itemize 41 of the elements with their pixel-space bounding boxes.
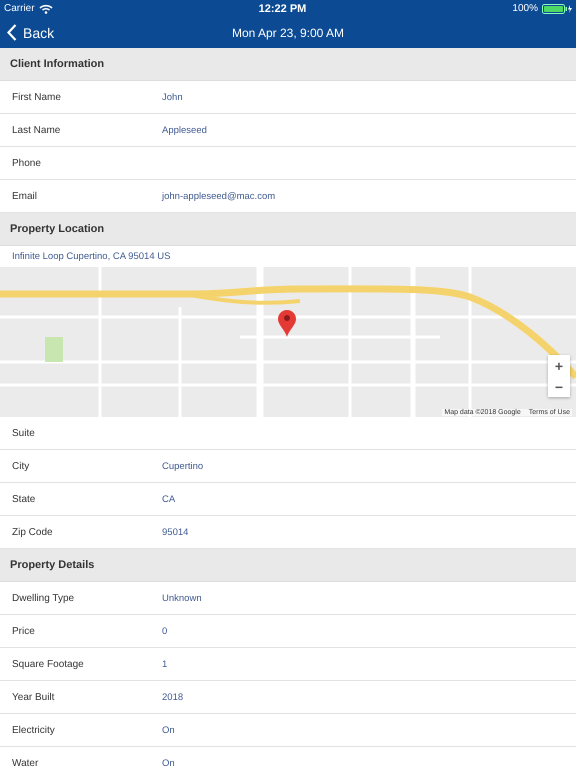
map-pin-icon <box>277 310 297 338</box>
carrier-label: Carrier <box>4 3 35 14</box>
field-label: Email <box>11 190 38 202</box>
field-value: 2018 <box>162 692 184 702</box>
battery-percent: 100% <box>512 3 538 14</box>
wifi-icon <box>38 4 53 14</box>
field-value: On <box>162 724 175 736</box>
status-time: 12:22 PM <box>258 2 306 14</box>
zoom-out-button[interactable]: − <box>548 376 570 397</box>
field-label: First Name <box>11 92 62 102</box>
field-value: Appleseed <box>162 124 207 136</box>
field-value: On <box>162 758 175 768</box>
field-label: State <box>11 494 36 504</box>
field-label: City <box>11 460 30 472</box>
chevron-left-icon <box>7 24 17 41</box>
section-header: Client Information <box>0 48 576 81</box>
page-title: Mon Apr 23, 9:00 AM <box>232 26 344 40</box>
field-label: Last Name <box>11 124 62 136</box>
field-label: Suite <box>11 428 36 438</box>
section-header: Property Details <box>0 549 576 582</box>
field-label: Water <box>11 758 40 768</box>
section-header: Property Location <box>0 213 576 246</box>
field-label: Zip Code <box>11 526 54 538</box>
field-value: CA <box>162 494 176 504</box>
field-label: Square Footage <box>11 658 85 670</box>
address-link[interactable]: Infinite Loop Cupertino, CA 95014 US <box>12 251 170 262</box>
field-label: Electricity <box>11 724 56 736</box>
battery-icon <box>542 4 572 14</box>
field-label: Phone <box>11 158 42 168</box>
field-label: Dwelling Type <box>11 592 76 604</box>
field-label: Price <box>11 626 36 636</box>
field-value: john-appleseed@mac.com <box>162 190 276 202</box>
back-button[interactable]: Back <box>0 24 54 41</box>
field-value: 95014 <box>162 526 188 538</box>
field-value: 1 <box>162 658 168 670</box>
zoom-in-button[interactable]: + <box>548 355 570 376</box>
field-value: 0 <box>162 626 168 636</box>
field-value: John <box>162 92 183 102</box>
field-value: Cupertino <box>162 460 204 472</box>
field-value: Unknown <box>162 592 202 604</box>
field-label: Year Built <box>11 692 56 702</box>
